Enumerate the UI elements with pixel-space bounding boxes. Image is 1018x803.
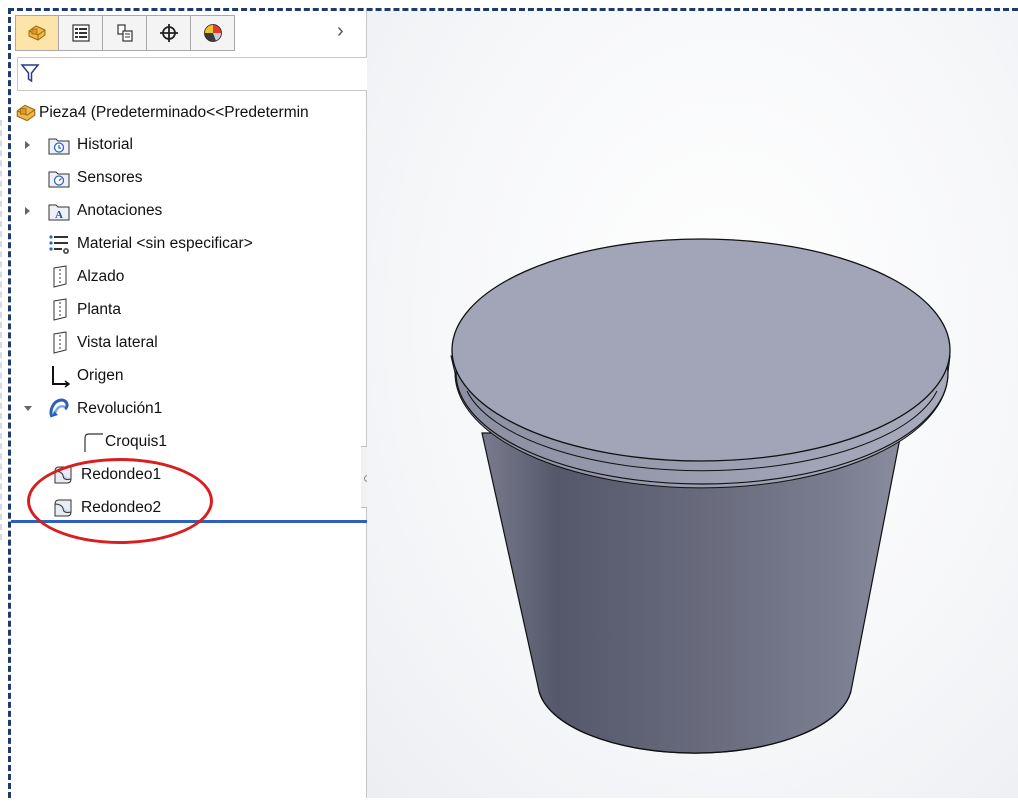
- rollback-bar[interactable]: [11, 520, 367, 523]
- panel-tabs: [15, 15, 235, 53]
- tree-root-label: Pieza4 (Predeterminado<<Predetermin: [39, 104, 309, 121]
- tree-item-label: Revolución1: [77, 400, 163, 417]
- tree-item-anotaciones[interactable]: A Anotaciones: [47, 195, 162, 227]
- tree-item-label: Vista lateral: [77, 334, 158, 351]
- featuremanager-panel: › Pieza4 (Predeterminado<<Predetermin Hi…: [11, 11, 369, 798]
- tree-item-label: Redondeo1: [81, 466, 162, 483]
- model-bucket: [450, 238, 951, 754]
- more-tabs-arrow[interactable]: ›: [337, 21, 344, 41]
- expand-arrow[interactable]: [25, 207, 30, 215]
- dimxpertmanager-tab[interactable]: [147, 15, 191, 51]
- fillet-icon: [54, 499, 72, 517]
- tree-item-croquis1[interactable]: Croquis1: [81, 426, 167, 458]
- tree-item-label: Anotaciones: [77, 202, 163, 219]
- origin-icon: [52, 366, 71, 388]
- appearance-sphere-icon: [203, 24, 222, 42]
- plane-icon: [53, 298, 67, 321]
- tree-item-alzado[interactable]: Alzado: [47, 261, 124, 293]
- part-icon: [16, 104, 36, 122]
- tree-item-label: Origen: [77, 367, 124, 384]
- expand-arrow[interactable]: [25, 141, 30, 149]
- tree-item-vista-lateral[interactable]: Vista lateral: [47, 327, 158, 359]
- side-dash-decoration: [0, 120, 4, 540]
- filter-bar[interactable]: [17, 57, 369, 91]
- tree-root-part[interactable]: Pieza4 (Predeterminado<<Predetermin: [14, 97, 309, 129]
- property-list-icon: [71, 24, 90, 42]
- configurationmanager-tab[interactable]: [103, 15, 147, 51]
- annotations-folder-icon: A: [48, 204, 70, 221]
- tree-item-label: Planta: [77, 301, 121, 318]
- plane-icon: [53, 265, 67, 288]
- tree-item-material[interactable]: Material <sin especificar>: [47, 228, 253, 260]
- tree-item-label: Historial: [77, 136, 133, 153]
- sketch-icon: [84, 433, 103, 452]
- revolve-icon: [49, 398, 69, 418]
- crosshair-icon: [159, 24, 178, 42]
- propertymanager-tab[interactable]: [59, 15, 103, 51]
- collapse-arrow[interactable]: [24, 406, 32, 411]
- sensors-folder-icon: [48, 171, 70, 188]
- displaymanager-tab[interactable]: [191, 15, 235, 51]
- graphics-area[interactable]: [367, 11, 1018, 798]
- tree-item-historial[interactable]: Historial: [47, 129, 133, 161]
- tree-item-redondeo1[interactable]: Redondeo1: [51, 459, 161, 491]
- tree-item-label: Alzado: [77, 268, 125, 285]
- svg-text:A: A: [55, 209, 63, 221]
- tree-item-planta[interactable]: Planta: [47, 294, 121, 326]
- plane-icon: [53, 331, 67, 354]
- tree-item-label: Sensores: [77, 169, 143, 186]
- tree-item-label: Croquis1: [105, 433, 168, 450]
- tree-item-label: Material <sin especificar>: [77, 235, 253, 252]
- material-icon: [49, 235, 69, 254]
- fillet-icon: [54, 466, 72, 484]
- part-icon: [28, 25, 46, 41]
- configuration-icon: [116, 24, 133, 42]
- history-folder-icon: [48, 138, 70, 155]
- featuremanager-tab[interactable]: [15, 15, 59, 51]
- tree-item-label: Redondeo2: [81, 499, 162, 516]
- tree-item-revolucion1[interactable]: Revolución1: [47, 393, 162, 425]
- filter-icon[interactable]: [20, 62, 40, 84]
- tree-item-sensores[interactable]: Sensores: [47, 162, 142, 194]
- tree-item-origen[interactable]: Origen: [47, 360, 124, 392]
